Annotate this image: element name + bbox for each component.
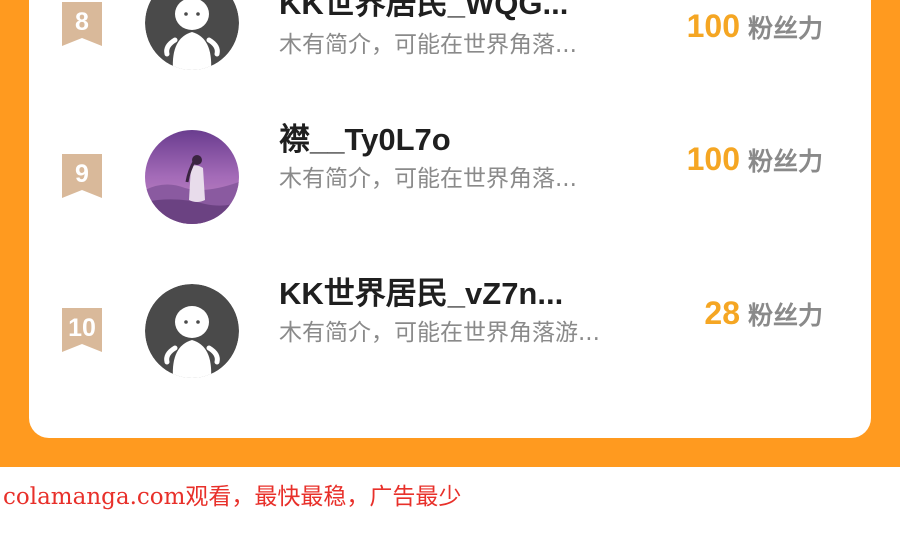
- avatar[interactable]: [145, 284, 239, 378]
- default-avatar-icon: [145, 284, 239, 378]
- rank-badge: 8: [60, 0, 104, 48]
- avatar[interactable]: [145, 0, 239, 70]
- user-name[interactable]: KK世界居民_vZ7n...: [279, 276, 563, 312]
- rank-number: 10: [68, 314, 96, 342]
- user-bio: 木有简介，可能在世界角落游...: [279, 320, 600, 346]
- avatar[interactable]: [145, 130, 239, 224]
- rank-number: 9: [75, 160, 89, 188]
- ranking-card: 8 KK世界居民_WQG... 木有简介，可能在世界角落... 100 粉丝力 9: [29, 0, 871, 438]
- fan-power-score: 28 粉丝力: [704, 295, 823, 337]
- photo-avatar: [145, 130, 239, 224]
- score-unit: 粉丝力: [747, 147, 823, 176]
- score-value: 100: [686, 141, 740, 177]
- rank-number: 8: [75, 8, 89, 36]
- score-unit: 粉丝力: [747, 301, 823, 330]
- rank-badge: 10: [60, 306, 104, 354]
- user-bio: 木有简介，可能在世界角落...: [279, 166, 577, 192]
- watermark-text: colamanga.com观看，最快最稳，广告最少: [3, 484, 462, 510]
- ranking-row-8[interactable]: 8 KK世界居民_WQG... 木有简介，可能在世界角落... 100 粉丝力: [29, 0, 871, 80]
- fan-power-score: 100 粉丝力: [687, 141, 823, 183]
- default-avatar-icon: [145, 0, 239, 70]
- score-value: 28: [704, 295, 740, 331]
- fan-power-score: 100 粉丝力: [687, 8, 823, 50]
- ranking-row-10[interactable]: 10 KK世界居民_vZ7n... 木有简介，可能在世界角落游... 28 粉丝力: [29, 262, 871, 412]
- user-name[interactable]: KK世界居民_WQG...: [279, 0, 568, 22]
- ranking-row-9[interactable]: 9 襟__Ty0L7o 木有简介，可能在世界角落... 100 粉丝力: [29, 108, 871, 258]
- rank-badge: 9: [60, 152, 104, 200]
- score-value: 100: [686, 8, 740, 44]
- user-name[interactable]: 襟__Ty0L7o: [279, 122, 451, 158]
- score-unit: 粉丝力: [747, 14, 823, 43]
- user-bio: 木有简介，可能在世界角落...: [279, 32, 577, 58]
